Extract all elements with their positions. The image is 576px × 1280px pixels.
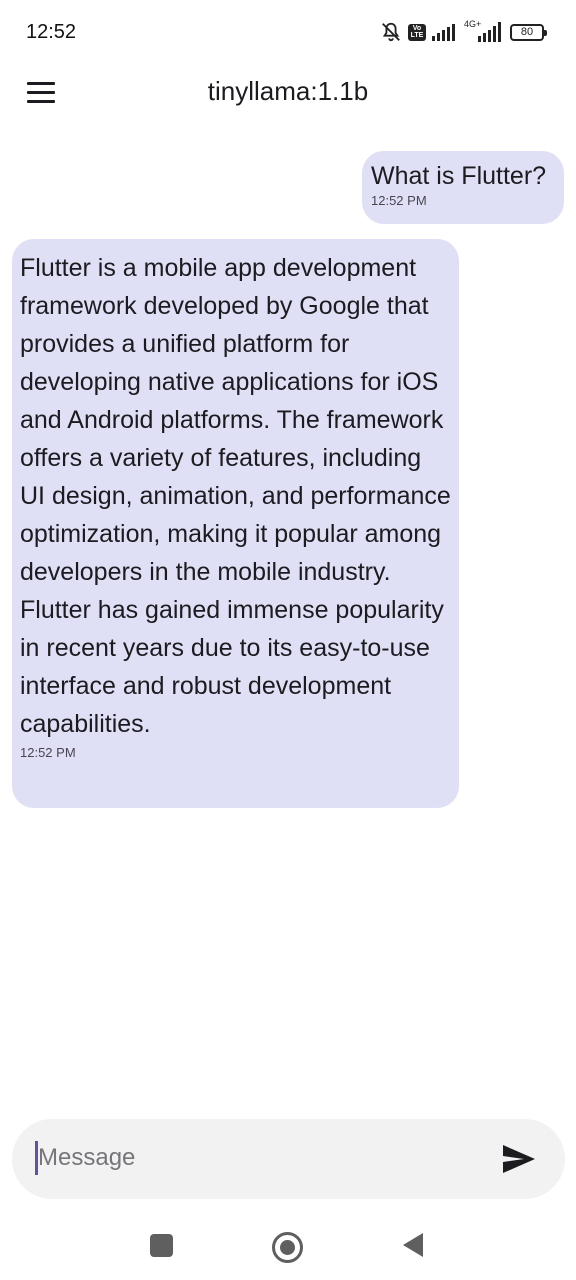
message-time: 12:52 PM (371, 193, 427, 208)
message-text: What is Flutter? (371, 162, 547, 190)
message-input[interactable] (38, 1138, 478, 1178)
text-cursor (35, 1141, 38, 1175)
back-icon[interactable] (402, 1232, 424, 1262)
notifications-off-icon (380, 21, 402, 43)
message-composer (12, 1119, 565, 1199)
user-message-bubble[interactable]: What is Flutter? 12:52 PM (362, 151, 564, 224)
signal-4g-icon: 4G+ (464, 19, 504, 43)
signal-icon (432, 23, 458, 41)
status-icons: Vo LTE 4G+ 80 (380, 19, 547, 44)
send-icon (503, 1145, 535, 1173)
message-time: 12:52 PM (20, 745, 76, 760)
status-bar: 12:52 Vo LTE 4G+ 80 (0, 0, 576, 64)
app-bar: tinyllama:1.1b (0, 64, 576, 120)
send-button[interactable] (501, 1143, 537, 1175)
page-title: tinyllama:1.1b (207, 76, 369, 106)
recents-icon[interactable] (150, 1234, 173, 1257)
home-icon[interactable] (272, 1232, 303, 1263)
battery-level: 80 (520, 25, 534, 38)
message-text: Flutter is a mobile app development fram… (20, 254, 451, 738)
status-time: 12:52 (26, 21, 77, 43)
assistant-message-bubble[interactable]: Flutter is a mobile app development fram… (12, 239, 459, 808)
chat-list[interactable]: What is Flutter? 12:52 PM Flutter is a m… (0, 120, 576, 1110)
volte-icon: Vo LTE (408, 23, 426, 41)
battery-icon: 80 (510, 23, 547, 41)
system-nav-bar (0, 1212, 576, 1280)
